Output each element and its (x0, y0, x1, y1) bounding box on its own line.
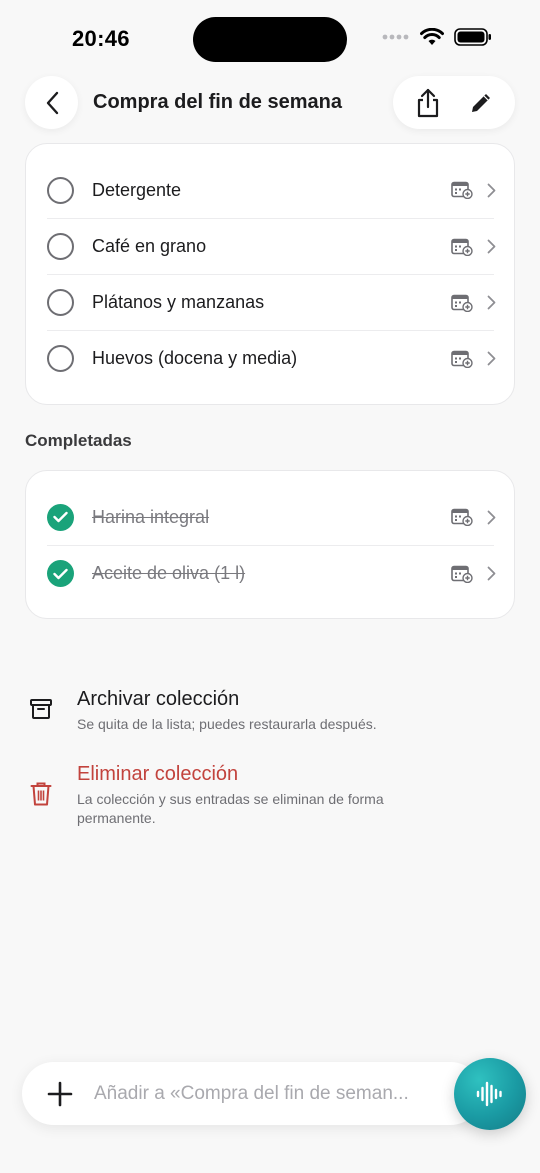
completed-heading: Completadas (25, 431, 132, 450)
header-actions (393, 76, 515, 129)
edit-icon (471, 93, 490, 112)
calendar-add-icon[interactable] (451, 508, 473, 526)
archive-collection-action[interactable]: Archivar colección Se quita de la lista;… (25, 688, 495, 734)
checkbox[interactable] (47, 233, 74, 260)
checked-checkbox[interactable] (47, 503, 74, 531)
checkbox[interactable] (47, 176, 74, 204)
chevron-right-icon (487, 510, 496, 524)
calendar-add-icon[interactable] (451, 181, 473, 199)
checked-checkbox[interactable] (47, 560, 74, 587)
list-item[interactable]: Detergente (47, 162, 496, 218)
list-item[interactable]: Huevos (docena y media) (47, 330, 496, 386)
header: Compra del fin de semana (0, 76, 540, 132)
chevron-right-icon (487, 566, 496, 581)
trash-icon (30, 782, 52, 806)
add-button[interactable] (46, 1080, 74, 1108)
chevron-right-icon (487, 183, 496, 197)
calendar-add-icon[interactable] (451, 565, 473, 583)
edit-button[interactable] (459, 81, 503, 125)
add-item-composer (22, 1062, 482, 1125)
delete-collection-action[interactable]: Eliminar colección La colección y sus en… (25, 763, 495, 828)
calendar-add-icon[interactable] (451, 294, 473, 312)
checkmark-icon (53, 568, 68, 579)
chevron-right-icon (487, 239, 496, 254)
item-label: Huevos (docena y media) (92, 348, 298, 368)
wifi-icon (420, 28, 444, 45)
checkbox[interactable] (47, 289, 74, 316)
item-label: Café en grano (92, 236, 207, 256)
status-bar: 20:46 (0, 0, 540, 80)
dynamic-island (193, 17, 347, 62)
checkmark-icon (53, 511, 68, 523)
list-item[interactable]: Plátanos y manzanas (47, 274, 496, 330)
list-item[interactable]: Café en grano (47, 218, 496, 274)
list-item[interactable]: Harina integral (47, 489, 496, 545)
waveform-icon (476, 1081, 502, 1107)
archive-title: Archivar colección (77, 688, 240, 710)
item-label: Harina integral (92, 506, 210, 527)
status-indicators (382, 28, 492, 46)
list-item[interactable]: Aceite de oliva (1 l) (47, 545, 496, 601)
voice-input-button[interactable] (454, 1058, 526, 1130)
page-title: Compra del fin de semana (93, 91, 342, 113)
item-label: Detergente (92, 179, 182, 200)
signal-icon (382, 34, 409, 40)
completed-items-card: Harina integral Aceite de oliva (1 l) (25, 470, 515, 619)
delete-subtitle: La colección y sus entradas se eliminan … (77, 791, 384, 826)
share-icon (417, 88, 438, 117)
plus-icon (47, 1081, 73, 1106)
checkbox[interactable] (47, 345, 74, 372)
add-item-input[interactable] (94, 1082, 444, 1105)
open-items-card: Detergente Café en grano Plátanos y manz… (25, 143, 515, 405)
item-label: Plátanos y manzanas (92, 292, 265, 312)
share-button[interactable] (406, 81, 450, 125)
archive-subtitle: Se quita de la lista; puedes restaurarla… (77, 716, 377, 732)
archive-icon (30, 699, 52, 719)
chevron-right-icon (487, 351, 496, 366)
item-label: Aceite de oliva (1 l) (92, 563, 246, 583)
delete-title: Eliminar colección (77, 763, 239, 785)
chevron-right-icon (487, 295, 496, 310)
calendar-add-icon[interactable] (451, 350, 473, 368)
battery-icon (454, 28, 491, 46)
calendar-add-icon[interactable] (451, 238, 473, 256)
back-button[interactable] (25, 76, 78, 129)
status-time: 20:46 (72, 26, 130, 51)
back-icon (46, 91, 58, 114)
